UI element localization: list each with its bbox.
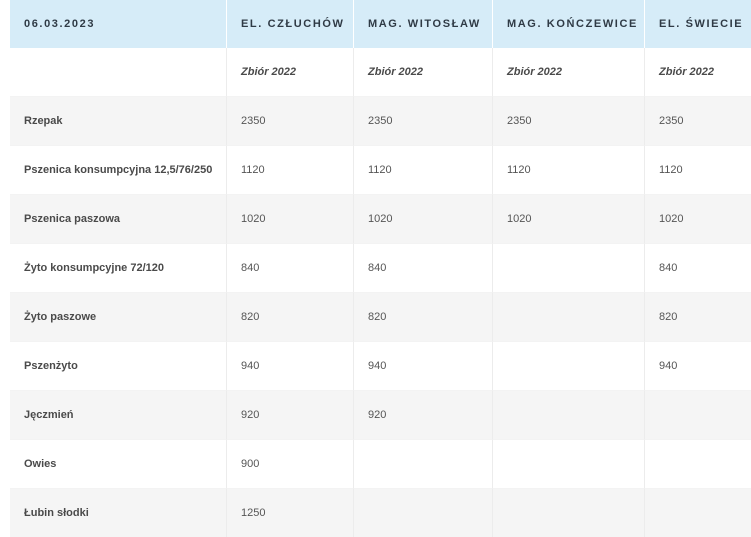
price-cell [354, 439, 493, 488]
product-name: Owies [10, 439, 227, 488]
product-name: Pszenżyto [10, 341, 227, 390]
table-row: Owies 900 [10, 439, 751, 488]
season-row: Zbiór 2022 Zbiór 2022 Zbiór 2022 Zbiór 2… [10, 48, 751, 96]
price-cell: 2350 [493, 96, 645, 145]
price-cell: 840 [645, 243, 751, 292]
price-cell: 820 [227, 292, 354, 341]
header-date: 06.03.2023 [10, 0, 227, 48]
price-cell: 840 [354, 243, 493, 292]
price-table-body: Zbiór 2022 Zbiór 2022 Zbiór 2022 Zbiór 2… [10, 48, 751, 537]
header-location-konczewice: MAG. KOŃCZEWICE [493, 0, 645, 48]
price-cell: 2350 [227, 96, 354, 145]
price-cell: 820 [645, 292, 751, 341]
price-cell [493, 439, 645, 488]
price-cell: 1020 [354, 194, 493, 243]
price-cell [493, 488, 645, 537]
price-cell [645, 439, 751, 488]
header-row: 06.03.2023 EL. CZŁUCHÓW MAG. WITOSŁAW MA… [10, 0, 751, 48]
price-cell: 1250 [227, 488, 354, 537]
header-location-witoslaw: MAG. WITOSŁAW [354, 0, 493, 48]
table-row: Żyto konsumpcyjne 72/120 840 840 840 [10, 243, 751, 292]
table-row: Łubin słodki 1250 [10, 488, 751, 537]
price-cell [493, 292, 645, 341]
price-cell: 1020 [645, 194, 751, 243]
product-name: Pszenica paszowa [10, 194, 227, 243]
table-row: Żyto paszowe 820 820 820 [10, 292, 751, 341]
price-cell [354, 488, 493, 537]
price-cell: 1020 [227, 194, 354, 243]
product-name: Pszenica konsumpcyjna 12,5/76/250 [10, 145, 227, 194]
product-name: Łubin słodki [10, 488, 227, 537]
price-table-header: 06.03.2023 EL. CZŁUCHÓW MAG. WITOSŁAW MA… [10, 0, 751, 48]
price-cell: 940 [227, 341, 354, 390]
table-row: Rzepak 2350 2350 2350 2350 [10, 96, 751, 145]
product-name: Jęczmień [10, 390, 227, 439]
price-cell: 940 [645, 341, 751, 390]
product-name: Żyto konsumpcyjne 72/120 [10, 243, 227, 292]
price-cell: 1120 [227, 145, 354, 194]
price-cell [493, 341, 645, 390]
price-cell: 1120 [354, 145, 493, 194]
price-cell: 2350 [354, 96, 493, 145]
price-cell: 840 [227, 243, 354, 292]
table-row: Pszenżyto 940 940 940 [10, 341, 751, 390]
season-cell: Zbiór 2022 [227, 48, 354, 96]
price-cell: 940 [354, 341, 493, 390]
price-cell: 1020 [493, 194, 645, 243]
price-cell: 1120 [493, 145, 645, 194]
price-cell: 2350 [645, 96, 751, 145]
price-cell [493, 390, 645, 439]
price-cell: 920 [354, 390, 493, 439]
header-location-swiecie: EL. ŚWIECIE [645, 0, 751, 48]
product-name: Żyto paszowe [10, 292, 227, 341]
table-row: Pszenica konsumpcyjna 12,5/76/250 1120 1… [10, 145, 751, 194]
table-row: Jęczmień 920 920 [10, 390, 751, 439]
price-cell: 1120 [645, 145, 751, 194]
season-cell: Zbiór 2022 [645, 48, 751, 96]
price-cell: 900 [227, 439, 354, 488]
season-empty-cell [10, 48, 227, 96]
product-name: Rzepak [10, 96, 227, 145]
season-cell: Zbiór 2022 [493, 48, 645, 96]
price-table: 06.03.2023 EL. CZŁUCHÓW MAG. WITOSŁAW MA… [10, 0, 751, 537]
price-cell [645, 488, 751, 537]
price-cell: 820 [354, 292, 493, 341]
season-cell: Zbiór 2022 [354, 48, 493, 96]
header-location-czluchow: EL. CZŁUCHÓW [227, 0, 354, 48]
price-cell [645, 390, 751, 439]
price-cell: 920 [227, 390, 354, 439]
price-cell [493, 243, 645, 292]
table-row: Pszenica paszowa 1020 1020 1020 1020 [10, 194, 751, 243]
